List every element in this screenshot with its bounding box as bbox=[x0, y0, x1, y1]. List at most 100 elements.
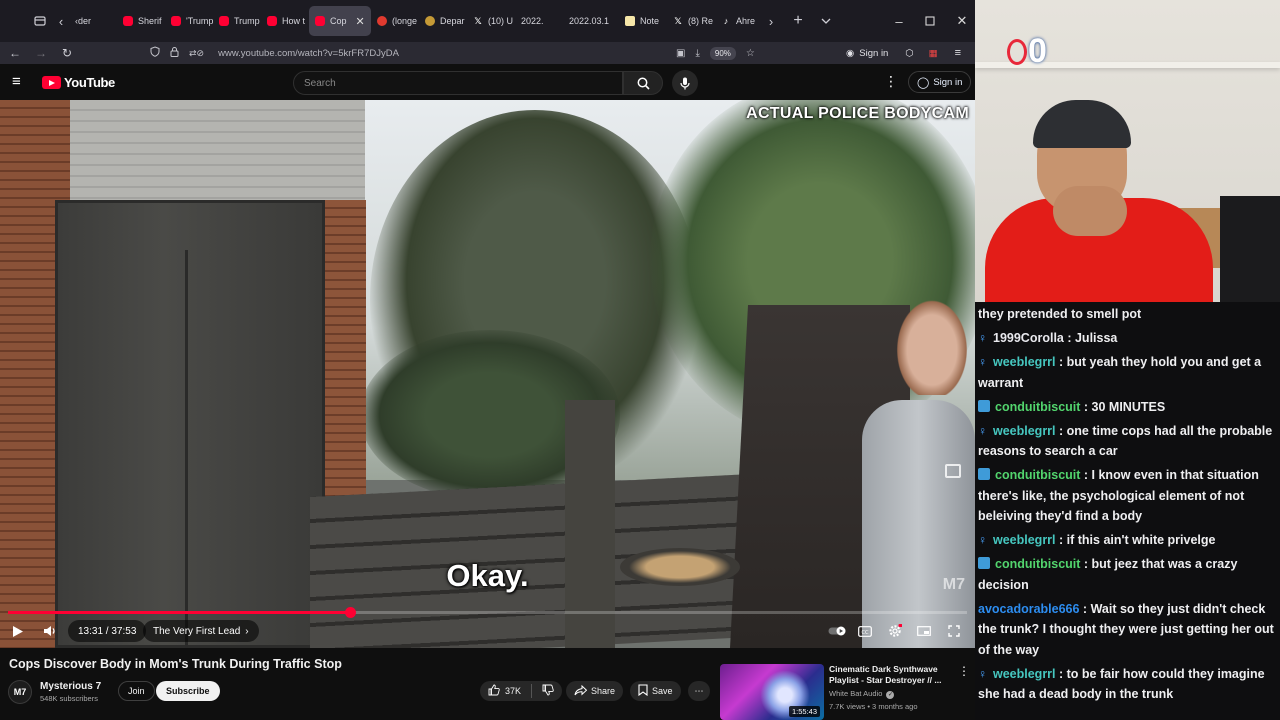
youtube-favicon-icon bbox=[219, 16, 229, 26]
scroll-tabs-left-icon[interactable]: ‹ bbox=[53, 8, 69, 34]
voice-search-button[interactable] bbox=[672, 70, 698, 96]
chat-separator: : bbox=[1055, 666, 1067, 681]
reload-icon[interactable]: ↻ bbox=[54, 46, 80, 60]
share-button[interactable]: Share bbox=[566, 681, 624, 701]
subtitles-button[interactable]: CC bbox=[854, 620, 876, 642]
maximize-icon[interactable] bbox=[914, 0, 946, 42]
close-tab-icon[interactable]: ✕ bbox=[356, 15, 365, 28]
miniplayer-button[interactable] bbox=[913, 620, 935, 642]
recommended-video-title[interactable]: Cinematic Dark Synthwave Playlist - Star… bbox=[829, 664, 954, 686]
app-menu-icon[interactable]: ≡ bbox=[955, 47, 961, 59]
subscriber-count: 548K subscribers bbox=[40, 694, 98, 703]
browser-tab[interactable]: 2022. bbox=[515, 6, 563, 36]
youtube-signin-button[interactable]: ◯ Sign in bbox=[908, 71, 972, 93]
permissions-icon[interactable]: ⇄⊘ bbox=[189, 48, 204, 59]
dislike-button[interactable] bbox=[542, 684, 554, 698]
search-button[interactable] bbox=[623, 71, 663, 95]
like-dislike-group: 37K bbox=[480, 681, 563, 701]
more-actions-button[interactable]: ⋯ bbox=[688, 681, 710, 701]
recommended-video-thumbnail[interactable]: 1:55:43 bbox=[720, 664, 824, 720]
chat-separator: : bbox=[1055, 423, 1067, 438]
close-window-icon[interactable]: ✕ bbox=[946, 0, 975, 42]
chat-separator: : bbox=[1063, 331, 1075, 345]
time-display: 13:31 / 37:53 bbox=[68, 620, 147, 642]
video-caption: Okay. bbox=[446, 558, 529, 593]
browser-account-button[interactable]: ◉ Sign in ⬡ ▦ ≡ bbox=[846, 42, 961, 64]
guide-menu-icon[interactable]: ≡ bbox=[12, 74, 28, 90]
browser-tab[interactable]: ‹der bbox=[69, 6, 117, 36]
chat-username[interactable]: conduitbiscuit bbox=[995, 400, 1080, 414]
recommended-video-menu-icon[interactable]: ⋮ bbox=[958, 664, 970, 678]
bookmark-star-icon[interactable]: ☆ bbox=[746, 48, 755, 59]
x-favicon-icon: 𝕏 bbox=[474, 16, 482, 26]
browser-tab[interactable]: (longe bbox=[371, 6, 419, 36]
extensions-icon[interactable]: ⬡ bbox=[905, 48, 913, 59]
settings-more-icon[interactable]: ⋮ bbox=[884, 73, 898, 90]
search-icon bbox=[637, 77, 650, 90]
browser-tab[interactable]: ♪ Ahre bbox=[715, 6, 763, 36]
search-input[interactable]: Search bbox=[293, 71, 623, 95]
minimize-icon[interactable]: – bbox=[883, 0, 915, 42]
picture-in-picture-icon[interactable]: ▣ bbox=[676, 48, 685, 59]
chat-username[interactable]: avocadorable666 bbox=[978, 602, 1079, 616]
recommended-video-channel[interactable]: White Bat Audio ✓ bbox=[829, 689, 895, 699]
chat-username[interactable]: weeblegrrl bbox=[993, 667, 1056, 681]
addon-icon[interactable]: ▦ bbox=[929, 48, 938, 59]
browser-tab[interactable]: Sherif bbox=[117, 6, 165, 36]
join-button[interactable]: Join bbox=[118, 681, 155, 701]
play-button[interactable] bbox=[7, 620, 29, 642]
channel-watermark[interactable]: M7 bbox=[943, 576, 965, 594]
video-player[interactable]: ACTUAL POLICE BODYCAM Okay. M7 bbox=[0, 100, 975, 648]
tabs-container: ‹der Sherif 'Trump Trump How t Cop ✕ (longe Depa… bbox=[69, 6, 763, 36]
progress-bar[interactable] bbox=[8, 607, 967, 618]
youtube-logo[interactable]: YouTube bbox=[42, 75, 115, 90]
browser-tab[interactable]: Depar bbox=[419, 6, 467, 36]
browser-tab[interactable]: Trump bbox=[213, 6, 261, 36]
autoplay-toggle[interactable] bbox=[826, 620, 848, 642]
subscribe-button[interactable]: Subscribe bbox=[156, 681, 220, 701]
bodycam-overlay-label: ACTUAL POLICE BODYCAM bbox=[746, 105, 969, 122]
back-icon[interactable]: ← bbox=[2, 46, 28, 60]
miniplayer-overlay-icon[interactable] bbox=[945, 464, 961, 478]
browser-tab[interactable]: 𝕏 (8) Re bbox=[667, 6, 715, 36]
tab-overflow-chevron-icon[interactable] bbox=[813, 8, 839, 34]
chat-username[interactable]: conduitbiscuit bbox=[995, 468, 1080, 482]
tab-list-icon[interactable] bbox=[27, 8, 53, 34]
chat-message: ♀ weeblegrrl : to be fair how could they … bbox=[978, 664, 1277, 705]
lock-icon[interactable] bbox=[170, 46, 179, 60]
forward-icon[interactable]: → bbox=[28, 46, 54, 60]
chat-username[interactable]: weeblegrrl bbox=[993, 355, 1056, 369]
chat-username[interactable]: weeblegrrl bbox=[993, 424, 1056, 438]
chat-message: avocadorable666 : Wait so they just didn… bbox=[978, 599, 1277, 661]
save-button[interactable]: Save bbox=[630, 681, 681, 701]
url-text[interactable]: www.youtube.com/watch?v=5krFR7DJyDA bbox=[218, 48, 399, 59]
like-button[interactable]: 37K bbox=[488, 684, 521, 698]
user-badge-icon: ♀ bbox=[978, 331, 987, 345]
shield-icon[interactable] bbox=[150, 46, 160, 60]
fullscreen-icon bbox=[943, 620, 965, 642]
browser-tab[interactable]: Cop ✕ bbox=[309, 6, 371, 36]
chat-username[interactable]: conduitbiscuit bbox=[995, 557, 1080, 571]
browser-tab[interactable]: 'Trump bbox=[165, 6, 213, 36]
mute-button[interactable] bbox=[39, 620, 61, 642]
chat-username[interactable]: 1999Corolla bbox=[993, 331, 1064, 345]
zoom-level[interactable]: 90% bbox=[709, 46, 736, 60]
scroll-tabs-right-icon[interactable]: › bbox=[763, 8, 779, 34]
subscriber-badge-icon bbox=[978, 468, 990, 480]
chapter-button[interactable]: The Very First Lead › bbox=[143, 620, 259, 642]
browser-signin-label: Sign in bbox=[859, 47, 889, 59]
browser-tab[interactable]: 2022.03.1 bbox=[563, 6, 619, 36]
settings-button[interactable] bbox=[884, 620, 906, 642]
tab-strip: ‹ ‹der Sherif 'Trump Trump How t Cop ✕ (longe De… bbox=[0, 0, 975, 42]
channel-avatar[interactable]: M7 bbox=[8, 680, 32, 704]
browser-tab[interactable]: How t bbox=[261, 6, 309, 36]
new-tab-icon[interactable]: + bbox=[785, 8, 811, 34]
channel-name[interactable]: Mysterious 7 bbox=[40, 681, 101, 692]
browser-tab[interactable]: 𝕏 (10) U bbox=[467, 6, 515, 36]
chat-username[interactable]: weeblegrrl bbox=[993, 533, 1056, 547]
fullscreen-button[interactable] bbox=[943, 620, 965, 642]
chapter-chevron-icon: › bbox=[245, 625, 249, 637]
browser-tab[interactable]: Note bbox=[619, 6, 667, 36]
save-page-icon[interactable]: ⤓ bbox=[695, 48, 699, 59]
account-icon: ◉ bbox=[846, 47, 855, 59]
